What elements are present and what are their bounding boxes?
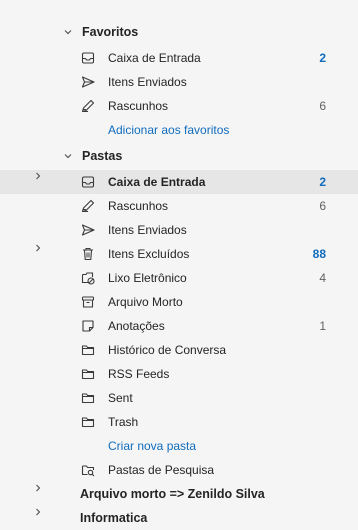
favorites-item-inbox[interactable]: Caixa de Entrada 2	[0, 46, 358, 70]
folder-item-notes[interactable]: Anotações 1	[0, 314, 358, 338]
favorites-item-drafts[interactable]: Rascunhos 6	[0, 94, 358, 118]
item-count: 1	[319, 319, 326, 333]
junk-icon	[80, 270, 96, 286]
drafts-icon	[80, 98, 96, 114]
favorites-section-header[interactable]: Favoritos	[0, 20, 358, 44]
unread-count: 88	[312, 247, 326, 261]
folder-item-sent-folder[interactable]: Sent	[0, 386, 358, 410]
note-icon	[80, 318, 96, 334]
folder-item-deleted[interactable]: Itens Excluídos 88	[0, 242, 358, 266]
folder-item-label: Arquivo Morto	[108, 295, 183, 309]
folder-item-search-folders[interactable]: Pastas de Pesquisa	[0, 458, 358, 482]
send-icon	[80, 74, 96, 90]
folder-item-label: Lixo Eletrônico	[108, 271, 187, 285]
chevron-right-icon[interactable]	[32, 170, 44, 182]
folder-item-drafts[interactable]: Rascunhos 6	[0, 194, 358, 218]
folder-item-label: Rascunhos	[108, 199, 169, 213]
account-label: Informatica	[80, 511, 148, 525]
chevron-right-icon[interactable]	[32, 506, 44, 518]
add-to-favorites-row[interactable]: Adicionar aos favoritos	[0, 118, 358, 142]
item-count: 4	[319, 271, 326, 285]
chevron-right-icon[interactable]	[32, 242, 44, 254]
folder-item-label: Sent	[108, 391, 133, 405]
favorites-item-label: Caixa de Entrada	[108, 51, 201, 65]
folder-item-label: Pastas de Pesquisa	[108, 463, 215, 477]
folder-icon	[80, 342, 96, 358]
favorites-item-label: Rascunhos	[108, 99, 169, 113]
account-informatica[interactable]: Informatica	[0, 506, 358, 530]
favorites-item-sent[interactable]: Itens Enviados	[0, 70, 358, 94]
folder-icon	[80, 366, 96, 382]
unread-count: 2	[319, 51, 326, 65]
folder-item-sent[interactable]: Itens Enviados	[0, 218, 358, 242]
account-archive-zenildo[interactable]: Arquivo morto => Zenildo Silva	[0, 482, 358, 506]
trash-icon	[80, 246, 96, 262]
chevron-down-icon[interactable]	[62, 150, 74, 162]
unread-count: 2	[319, 175, 326, 189]
folder-item-archive[interactable]: Arquivo Morto	[0, 290, 358, 314]
folder-item-label: Trash	[108, 415, 139, 429]
favorites-title: Favoritos	[82, 25, 139, 39]
folder-item-label: Caixa de Entrada	[108, 175, 206, 189]
folder-icon	[80, 414, 96, 430]
folder-item-inbox[interactable]: Caixa de Entrada 2	[0, 170, 358, 194]
chevron-right-icon[interactable]	[32, 482, 44, 494]
create-new-folder-link[interactable]: Criar nova pasta	[108, 439, 196, 453]
folder-icon	[80, 390, 96, 406]
search-folder-icon	[80, 462, 96, 478]
folder-pane: Favoritos Caixa de Entrada 2 Itens Envia…	[0, 0, 358, 525]
folder-item-label: Itens Enviados	[108, 223, 187, 237]
send-icon	[80, 222, 96, 238]
chevron-down-icon[interactable]	[62, 26, 74, 38]
folders-title: Pastas	[82, 149, 123, 163]
inbox-icon	[80, 174, 96, 190]
inbox-icon	[80, 50, 96, 66]
drafts-icon	[80, 198, 96, 214]
folder-item-label: Anotações	[108, 319, 165, 333]
archive-icon	[80, 294, 96, 310]
item-count: 6	[319, 99, 326, 113]
folder-item-label: Itens Excluídos	[108, 247, 190, 261]
folder-item-conversation-history[interactable]: Histórico de Conversa	[0, 338, 358, 362]
item-count: 6	[319, 199, 326, 213]
create-folder-row[interactable]: Criar nova pasta	[0, 434, 358, 458]
folder-item-rss-feeds[interactable]: RSS Feeds	[0, 362, 358, 386]
folders-section-header[interactable]: Pastas	[0, 144, 358, 168]
folder-item-junk[interactable]: Lixo Eletrônico 4	[0, 266, 358, 290]
add-to-favorites-link[interactable]: Adicionar aos favoritos	[108, 123, 229, 137]
favorites-item-label: Itens Enviados	[108, 75, 187, 89]
folder-item-label: Histórico de Conversa	[108, 343, 227, 357]
account-label: Arquivo morto => Zenildo Silva	[80, 487, 265, 501]
folder-item-trash-folder[interactable]: Trash	[0, 410, 358, 434]
folder-item-label: RSS Feeds	[108, 367, 170, 381]
